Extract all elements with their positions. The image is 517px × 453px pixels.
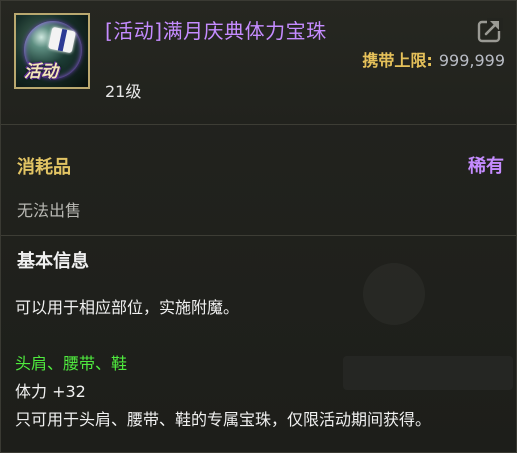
item-level: 21级 <box>105 82 142 101</box>
carry-limit-value: 999,999 <box>438 51 505 70</box>
item-tooltip: 活动 [活动]满月庆典体力宝珠 携带上限: 999,999 21级 消耗品 稀有 … <box>0 0 517 453</box>
carry-limit: 携带上限: 999,999 <box>362 47 505 71</box>
carry-limit-label: 携带上限: <box>362 51 433 70</box>
background-decoration <box>343 356 513 390</box>
background-decoration <box>363 263 425 325</box>
gift-orb-icon: 活动 <box>14 13 90 89</box>
share-icon[interactable] <box>477 17 503 43</box>
event-badge: 活动 <box>24 62 58 82</box>
item-rarity: 稀有 <box>468 156 504 177</box>
divider <box>1 235 516 236</box>
basic-info-title: 基本信息 <box>17 251 89 272</box>
item-name: [活动]满月庆典体力宝珠 <box>105 19 327 43</box>
divider <box>1 124 516 125</box>
usage-text: 可以用于相应部位，实施附魔。 <box>15 298 240 317</box>
item-category: 消耗品 <box>17 157 71 178</box>
item-description: 只可用于头肩、腰带、鞋的专属宝珠，仅限活动期间获得。 <box>15 410 432 429</box>
trade-status: 无法出售 <box>17 201 82 220</box>
stat-bonus: 体力 +32 <box>15 382 86 401</box>
tooltip-header: 活动 [活动]满月庆典体力宝珠 携带上限: 999,999 21级 <box>1 1 516 124</box>
applicable-slots: 头肩、腰带、鞋 <box>15 354 128 373</box>
gift-box-graphic <box>47 26 77 54</box>
